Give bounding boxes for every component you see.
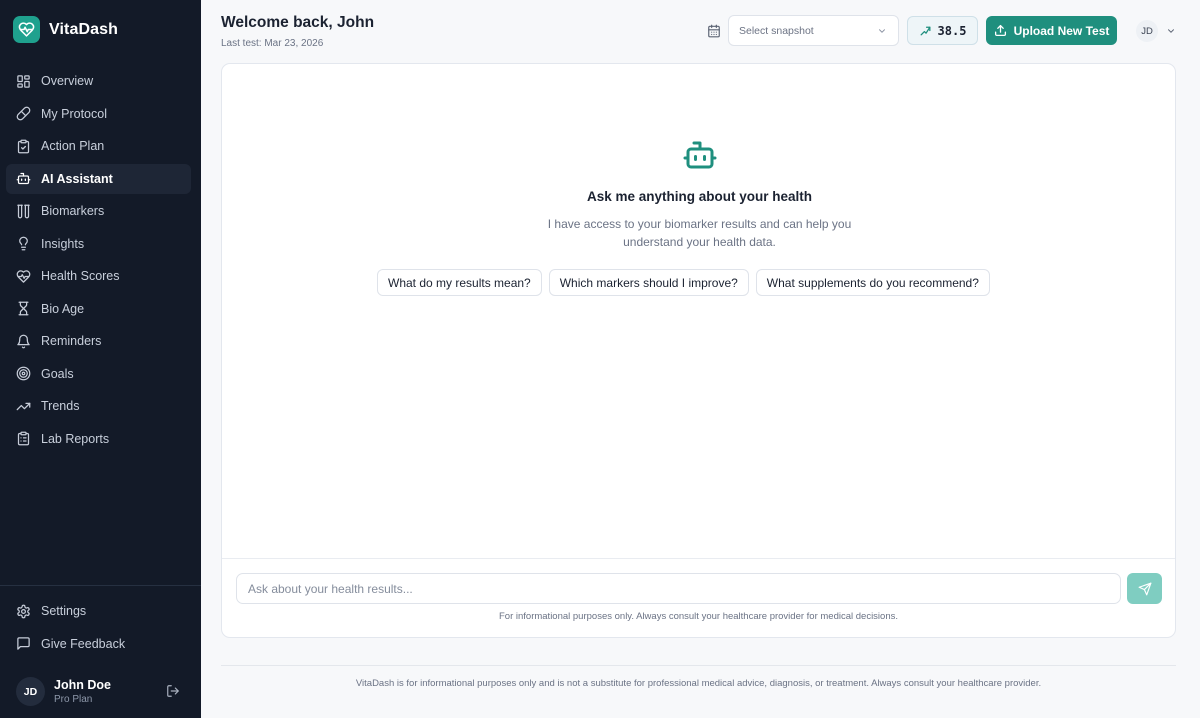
user-plan: Pro Plan — [54, 694, 93, 705]
sidebar-divider — [0, 585, 201, 586]
sidebar-item-trends[interactable]: Trends — [6, 391, 191, 421]
page-title: Welcome back, John — [221, 14, 375, 31]
send-icon — [1138, 582, 1151, 595]
gear-icon — [17, 604, 30, 618]
hourglass-icon — [18, 301, 29, 316]
brand[interactable]: VitaDash — [13, 16, 118, 43]
logout-icon[interactable] — [166, 684, 180, 698]
suggestion-chip[interactable]: What do my results mean? — [377, 269, 542, 296]
avatar: JD — [16, 677, 45, 706]
sidebar-item-action-plan[interactable]: Action Plan — [6, 131, 191, 161]
user-info: John Doe Pro Plan — [54, 678, 111, 705]
calendar-icon — [708, 24, 720, 38]
bot-icon — [16, 172, 31, 185]
chat-input[interactable] — [236, 573, 1121, 604]
sidebar-item-goals[interactable]: Goals — [6, 359, 191, 389]
sidebar-bottom-nav: Settings Give Feedback — [6, 596, 191, 661]
heart-pulse-logo-icon — [13, 16, 40, 43]
sidebar-item-label: Trends — [41, 399, 80, 413]
sidebar-item-label: AI Assistant — [41, 171, 113, 186]
chat-disclaimer: For informational purposes only. Always … — [498, 611, 898, 622]
upload-button-label: Upload New Test — [1013, 23, 1110, 38]
trending-up-icon — [16, 402, 31, 410]
heart-pulse-icon — [16, 269, 31, 283]
health-score-value: 38.5 — [937, 23, 967, 38]
sidebar-item-label: Reminders — [41, 334, 102, 348]
sidebar-item-my-protocol[interactable]: My Protocol — [6, 99, 191, 129]
footer-divider — [221, 665, 1176, 666]
test-tubes-icon — [17, 204, 30, 218]
bot-icon — [683, 141, 717, 169]
upload-new-test-button[interactable]: Upload New Test — [986, 16, 1117, 45]
sidebar-nav: Overview My Protocol Action Plan AI Assi… — [6, 66, 191, 456]
user-name: John Doe — [54, 678, 111, 692]
snapshot-select[interactable]: Select snapshot — [728, 15, 899, 46]
sidebar-item-label: Health Scores — [41, 269, 120, 283]
sidebar-item-label: Give Feedback — [41, 636, 126, 651]
chevron-down-icon[interactable] — [1166, 26, 1176, 36]
sidebar-item-biomarkers[interactable]: Biomarkers — [6, 196, 191, 226]
sidebar-item-health-scores[interactable]: Health Scores — [6, 261, 191, 291]
chevron-down-icon — [879, 29, 885, 33]
sidebar-item-ai-assistant[interactable]: AI Assistant — [6, 163, 191, 194]
grid-icon — [17, 74, 30, 88]
header-avatar[interactable]: JD — [1136, 20, 1158, 42]
app-name: VitaDash — [49, 20, 118, 38]
user-profile[interactable]: JD John Doe Pro Plan — [16, 677, 186, 706]
last-test-date: Last test: Mar 23, 2026 — [221, 38, 324, 49]
sidebar-item-label: Overview — [41, 74, 94, 88]
sidebar-item-bio-age[interactable]: Bio Age — [6, 294, 191, 324]
clipboard-check-icon — [17, 139, 30, 153]
sidebar-item-overview[interactable]: Overview — [6, 66, 191, 96]
suggestion-chip[interactable]: Which markers should I improve? — [548, 269, 749, 296]
pill-icon — [16, 106, 31, 121]
bell-icon — [17, 334, 30, 348]
sidebar-item-label: My Protocol — [41, 106, 107, 121]
sidebar-item-label: Bio Age — [41, 301, 85, 316]
clipboard-list-icon — [17, 431, 30, 446]
chat-empty-description: I have access to your biomarker results … — [547, 217, 852, 249]
activity-icon — [920, 26, 931, 36]
sidebar-item-label: Lab Reports — [41, 431, 110, 446]
composer-divider — [222, 558, 1175, 559]
sidebar-item-give-feedback[interactable]: Give Feedback — [6, 629, 191, 659]
target-icon — [16, 366, 31, 381]
sidebar-item-reminders[interactable]: Reminders — [6, 326, 191, 356]
sidebar-item-label: Settings — [41, 604, 87, 618]
footer-disclaimer: VitaDash is for informational purposes o… — [355, 678, 1042, 689]
message-square-icon — [17, 637, 30, 650]
sidebar-item-lab-reports[interactable]: Lab Reports — [6, 424, 191, 454]
sidebar-item-label: Goals — [41, 366, 74, 381]
suggestion-chip[interactable]: What supplements do you recommend? — [755, 269, 990, 296]
health-score-badge[interactable]: 38.5 — [907, 16, 978, 45]
sidebar-item-settings[interactable]: Settings — [6, 596, 191, 626]
sidebar: VitaDash Overview My Protocol Action Pla… — [0, 0, 201, 718]
chat-empty-title: Ask me anything about your health — [586, 189, 813, 204]
send-button[interactable] — [1127, 573, 1162, 604]
sidebar-item-label: Insights — [41, 236, 85, 251]
sidebar-item-label: Action Plan — [41, 139, 105, 153]
lightbulb-icon — [19, 236, 28, 251]
sidebar-item-insights[interactable]: Insights — [6, 229, 191, 259]
snapshot-select-value: Select snapshot — [739, 24, 814, 37]
ai-assistant-chat-panel: Ask me anything about your health I have… — [221, 63, 1176, 638]
suggestion-chips: What do my results mean? Which markers s… — [377, 269, 990, 296]
sidebar-item-label: Biomarkers — [41, 204, 105, 218]
upload-icon — [994, 24, 1006, 37]
